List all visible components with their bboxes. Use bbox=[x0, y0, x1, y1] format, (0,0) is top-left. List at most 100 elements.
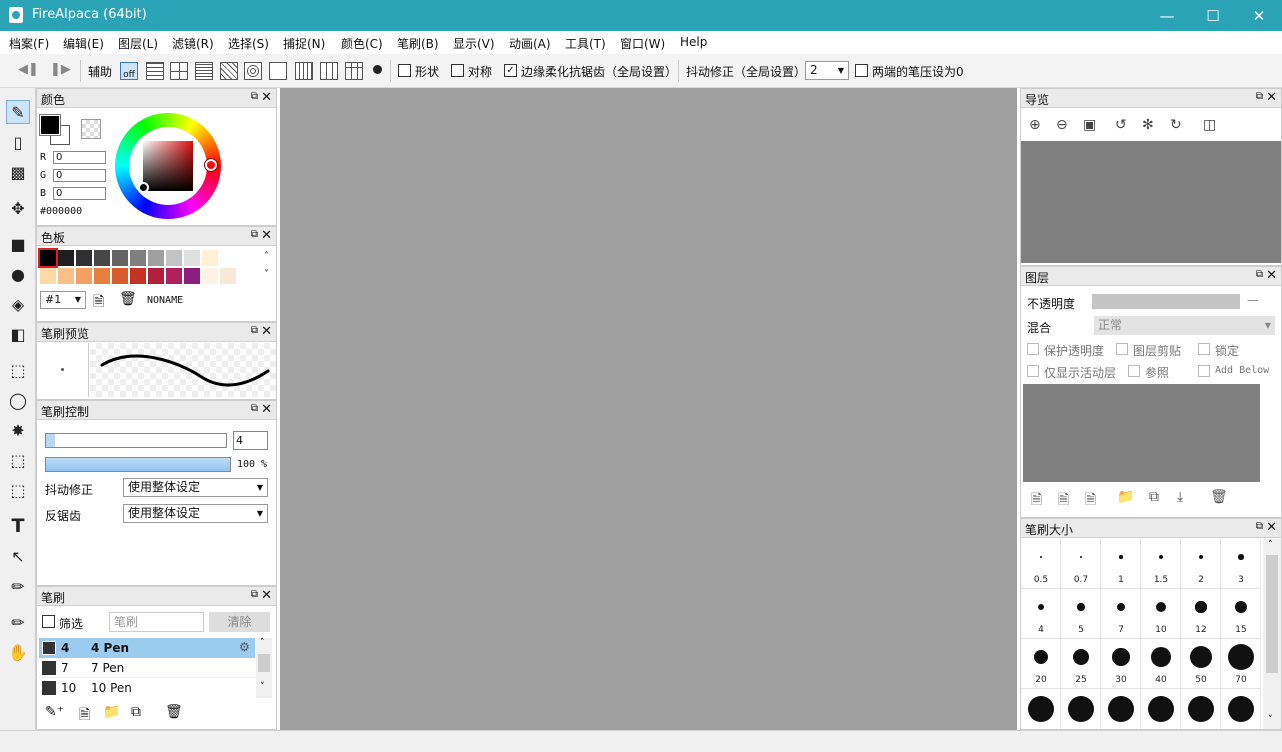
new-folder-icon[interactable]: 📁 bbox=[1117, 489, 1134, 505]
folder-icon[interactable]: 📁 bbox=[103, 704, 120, 720]
brush-size-cell[interactable] bbox=[1181, 689, 1221, 729]
menu-select[interactable]: 选择(S) bbox=[228, 35, 269, 52]
curve-snap-icon[interactable] bbox=[269, 62, 287, 80]
palette-swatch[interactable] bbox=[58, 250, 74, 266]
brush-size-cell[interactable]: 25 bbox=[1061, 639, 1101, 689]
brush-size-cell[interactable]: 1 bbox=[1101, 539, 1141, 589]
brush-stabilizer-select[interactable]: 使用整体设定 bbox=[123, 478, 268, 497]
brush-size-scrollbar[interactable]: ˄ ˅ bbox=[1263, 539, 1281, 729]
scroll-down-icon[interactable]: ˅ bbox=[260, 682, 265, 692]
stabilizer-select[interactable]: 2 bbox=[805, 61, 849, 80]
float-icon[interactable]: ⧉ bbox=[251, 589, 258, 600]
menu-filter[interactable]: 滤镜(R) bbox=[172, 35, 214, 52]
brush-size-cell[interactable]: 10 bbox=[1141, 589, 1181, 639]
menu-layer[interactable]: 图层(L) bbox=[118, 35, 158, 52]
palette-swatch[interactable] bbox=[94, 268, 110, 284]
brush-size-cell[interactable]: 2 bbox=[1181, 539, 1221, 589]
undo-icon[interactable]: ◀❚ bbox=[18, 62, 39, 77]
foreground-color-swatch[interactable] bbox=[39, 114, 61, 136]
perspective-snap-icon[interactable] bbox=[220, 62, 238, 80]
close-icon[interactable]: ✕ bbox=[1266, 268, 1277, 283]
menu-brush[interactable]: 笔刷(B) bbox=[397, 35, 439, 52]
brush-size-cell[interactable]: 70 bbox=[1221, 639, 1261, 689]
menu-snap[interactable]: 捕捉(N) bbox=[283, 35, 325, 52]
move-tool-icon[interactable]: ✥ bbox=[6, 196, 30, 220]
new-brush-icon[interactable]: 🗎 bbox=[79, 704, 90, 728]
parallel-snap-icon[interactable] bbox=[146, 62, 164, 80]
palette-swatch[interactable] bbox=[166, 268, 182, 284]
shape-checkbox[interactable] bbox=[398, 64, 411, 77]
redo-icon[interactable]: ❚▶ bbox=[50, 62, 71, 77]
brush-size-cell[interactable] bbox=[1141, 689, 1181, 729]
scroll-up-icon[interactable]: ˄ bbox=[264, 251, 269, 262]
brush-search-input[interactable]: 笔刷 bbox=[109, 612, 204, 632]
delete-brush-icon[interactable]: 🗑 bbox=[165, 704, 183, 720]
canvas-area[interactable] bbox=[280, 88, 1017, 730]
b-input[interactable]: 0 bbox=[53, 187, 106, 200]
new-palette-icon[interactable]: 🗎 bbox=[93, 291, 104, 315]
minimize-button[interactable]: — bbox=[1144, 0, 1190, 31]
float-icon[interactable]: ⧉ bbox=[251, 403, 258, 414]
fill-lasso-tool-icon[interactable]: ● bbox=[6, 262, 30, 286]
clipping-checkbox[interactable] bbox=[1116, 343, 1128, 355]
clear-button[interactable]: 清除 bbox=[209, 612, 270, 632]
brush-size-cell[interactable] bbox=[1061, 689, 1101, 729]
rotate-left-icon[interactable]: ↺ bbox=[1115, 117, 1127, 133]
close-icon[interactable]: ✕ bbox=[261, 324, 272, 339]
float-icon[interactable]: ⧉ bbox=[1256, 521, 1263, 532]
add-below-checkbox[interactable] bbox=[1198, 365, 1210, 377]
duplicate-layer-icon[interactable]: ⧉ bbox=[1149, 489, 1159, 505]
palette-swatch[interactable] bbox=[58, 268, 74, 284]
menu-animation[interactable]: 动画(A) bbox=[509, 35, 551, 52]
float-icon[interactable]: ⧉ bbox=[1256, 269, 1263, 280]
close-icon[interactable]: ✕ bbox=[261, 402, 272, 417]
brush-size-cell[interactable] bbox=[1221, 689, 1261, 729]
delete-layer-icon[interactable]: 🗑 bbox=[1210, 489, 1228, 505]
text-tool-icon[interactable]: T bbox=[6, 514, 30, 538]
scroll-up-icon[interactable]: ˄ bbox=[1268, 540, 1273, 550]
scroll-down-icon[interactable]: ˅ bbox=[264, 269, 269, 280]
snap-off-button[interactable]: off bbox=[120, 62, 138, 80]
palette-swatch[interactable] bbox=[94, 250, 110, 266]
scroll-up-icon[interactable]: ˄ bbox=[260, 638, 265, 648]
palette-swatch[interactable] bbox=[38, 248, 58, 268]
merge-down-icon[interactable]: ⤓ bbox=[1177, 489, 1183, 505]
zoom-in-icon[interactable]: ⊕ bbox=[1029, 117, 1041, 133]
add-brush-icon[interactable]: ✎⁺ bbox=[45, 704, 64, 720]
dot-tool-icon[interactable]: ▩ bbox=[6, 160, 30, 184]
palette-swatch[interactable] bbox=[148, 250, 164, 266]
brush-list-item[interactable]: 10 10 Pen bbox=[39, 678, 255, 698]
lock-checkbox[interactable] bbox=[1198, 343, 1210, 355]
scroll-thumb[interactable] bbox=[1266, 555, 1278, 673]
protect-alpha-checkbox[interactable] bbox=[1027, 343, 1039, 355]
brush-size-cell[interactable]: 5 bbox=[1061, 589, 1101, 639]
brush-size-slider[interactable] bbox=[45, 433, 227, 448]
palette-set-select[interactable]: #1 bbox=[40, 291, 86, 309]
pressure-checkbox[interactable] bbox=[855, 64, 868, 77]
palette-swatch[interactable] bbox=[112, 268, 128, 284]
menu-view[interactable]: 显示(V) bbox=[453, 35, 495, 52]
palette-swatch[interactable] bbox=[130, 250, 146, 266]
brush-list-scrollbar[interactable]: ˄ ˅ bbox=[256, 638, 272, 698]
float-icon[interactable]: ⧉ bbox=[251, 91, 258, 102]
new-8bit-layer-icon[interactable]: 🗎 bbox=[1058, 489, 1069, 513]
scroll-down-icon[interactable]: ˅ bbox=[1268, 715, 1273, 725]
hex-value[interactable]: #000000 bbox=[40, 206, 82, 217]
divide-tool-icon[interactable]: ✏ bbox=[6, 574, 30, 598]
brush-size-cell[interactable]: 40 bbox=[1141, 639, 1181, 689]
delete-palette-icon[interactable]: 🗑 bbox=[119, 291, 137, 307]
show-active-checkbox[interactable] bbox=[1027, 365, 1039, 377]
brush-size-cell[interactable] bbox=[1101, 689, 1141, 729]
transparent-color-swatch[interactable] bbox=[81, 119, 101, 139]
brush-size-cell[interactable]: 12 bbox=[1181, 589, 1221, 639]
concentric-snap-icon[interactable] bbox=[244, 62, 262, 80]
palette-swatch[interactable] bbox=[166, 250, 182, 266]
zoom-out-icon[interactable]: ⊖ bbox=[1056, 117, 1068, 133]
brush-size-cell[interactable]: 20 bbox=[1021, 639, 1061, 689]
gradient-tool-icon[interactable]: ◧ bbox=[6, 322, 30, 346]
float-icon[interactable]: ⧉ bbox=[251, 325, 258, 336]
close-icon[interactable]: ✕ bbox=[1266, 90, 1277, 105]
float-icon[interactable]: ⧉ bbox=[251, 229, 258, 240]
layer-opacity-slider[interactable] bbox=[1092, 294, 1240, 309]
brush-size-cell[interactable]: 0.7 bbox=[1061, 539, 1101, 589]
